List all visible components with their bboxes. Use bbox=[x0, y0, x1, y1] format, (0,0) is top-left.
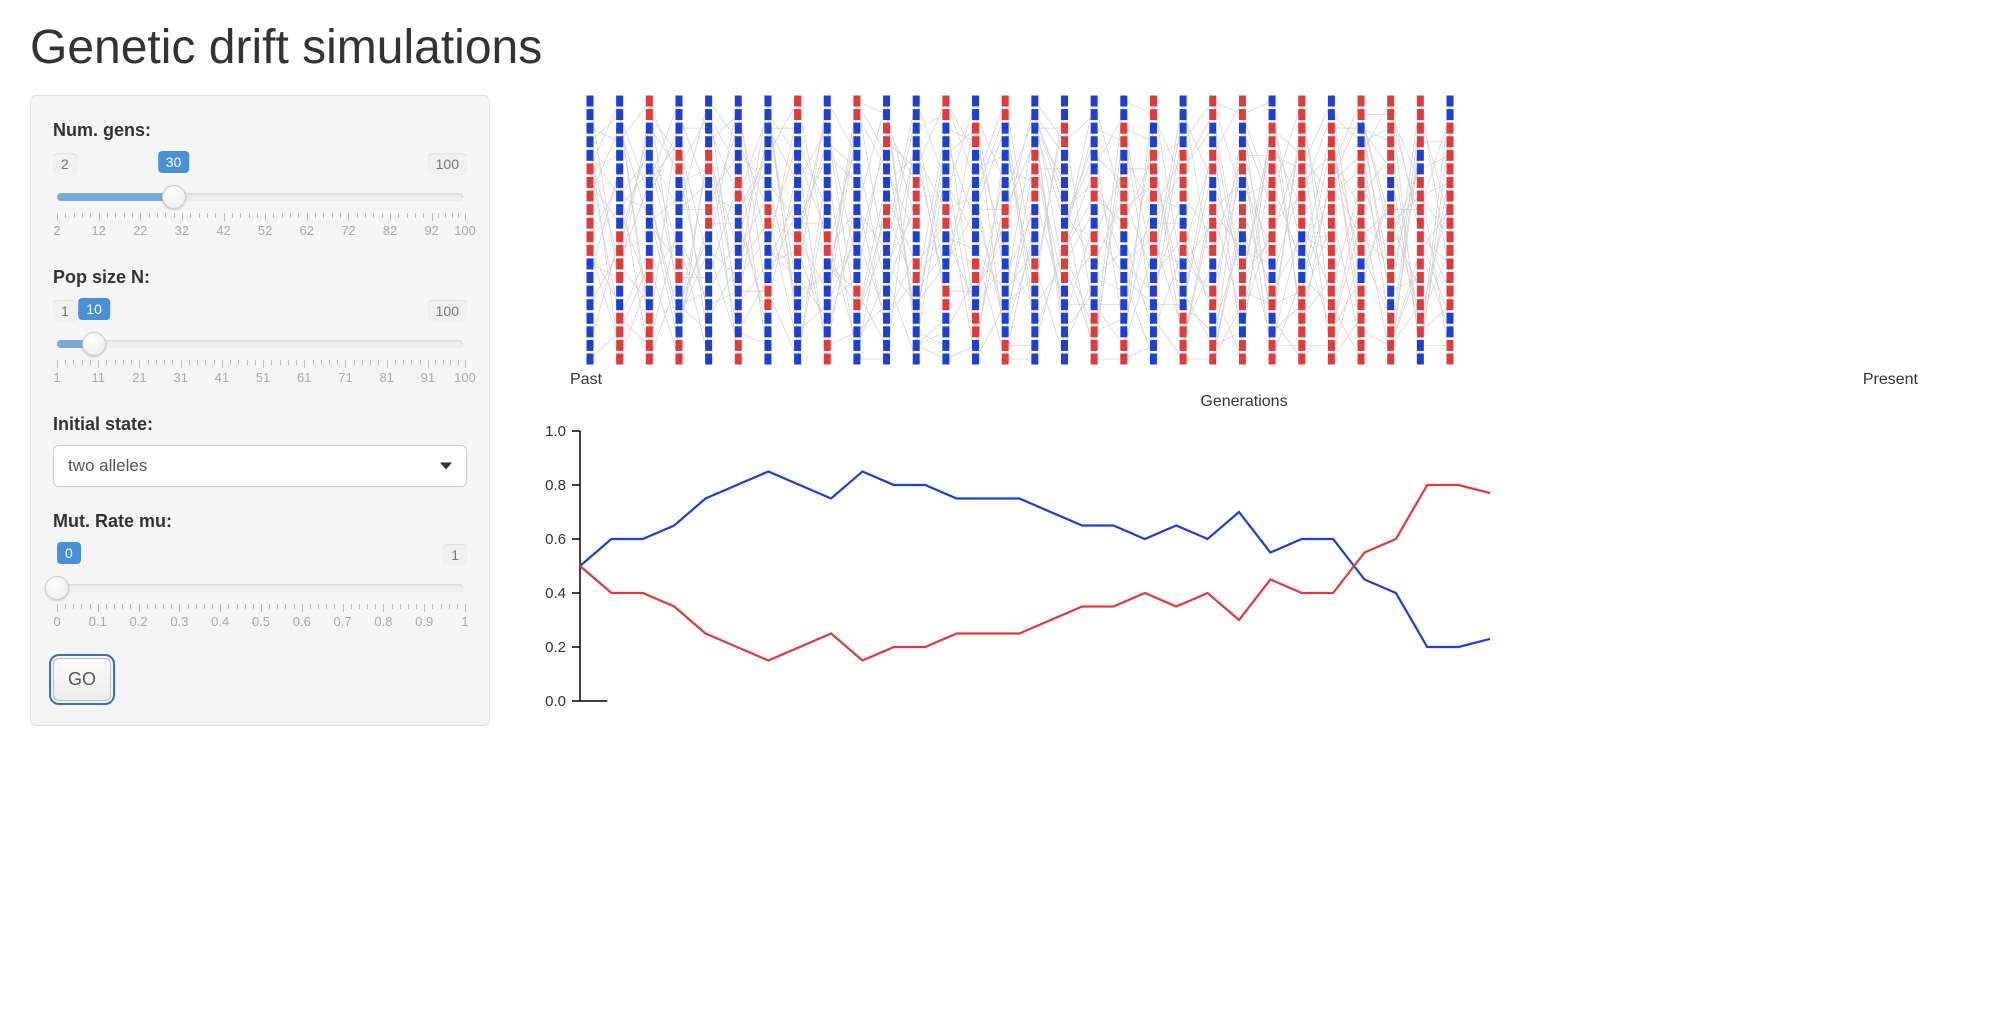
pop-size-group: Pop size N: 1 10 100 1112131415161718191… bbox=[53, 267, 467, 390]
initial-state-select[interactable]: two alleles bbox=[53, 445, 467, 487]
slider-tick-label: 62 bbox=[300, 223, 314, 238]
pedigree-present-label: Present bbox=[1863, 371, 1918, 389]
num-gens-ticks: 2122232425262728292100 bbox=[53, 213, 467, 243]
mut-rate-label: Mut. Rate mu: bbox=[53, 511, 467, 532]
svg-text:0.4: 0.4 bbox=[545, 585, 566, 602]
slider-tick-label: 82 bbox=[383, 223, 397, 238]
pedigree-caption: Generations bbox=[520, 393, 1968, 411]
num-gens-min: 2 bbox=[53, 153, 77, 175]
slider-tick-label: 0.1 bbox=[89, 614, 107, 629]
slider-tick-label: 0.5 bbox=[252, 614, 270, 629]
slider-tick-label: 1 bbox=[461, 614, 468, 629]
slider-tick-label: 91 bbox=[421, 370, 435, 385]
mut-rate-max: 1 bbox=[443, 544, 467, 566]
slider-tick-label: 0 bbox=[53, 614, 60, 629]
slider-tick-label: 12 bbox=[91, 223, 105, 238]
slider-tick-label: 1 bbox=[53, 370, 60, 385]
slider-tick-label: 11 bbox=[91, 370, 105, 385]
slider-tick-label: 100 bbox=[454, 370, 476, 385]
initial-state-label: Initial state: bbox=[53, 414, 467, 435]
slider-tick-label: 51 bbox=[256, 370, 270, 385]
slider-tick-label: 72 bbox=[341, 223, 355, 238]
slider-tick-label: 100 bbox=[454, 223, 476, 238]
slider-tick-label: 61 bbox=[297, 370, 311, 385]
svg-text:0.2: 0.2 bbox=[545, 639, 566, 656]
chevron-down-icon bbox=[440, 463, 452, 470]
initial-state-group: Initial state: two alleles bbox=[53, 414, 467, 487]
go-button[interactable]: GO bbox=[53, 658, 111, 701]
num-gens-label: Num. gens: bbox=[53, 120, 467, 141]
frequency-chart: 0.0 0.2 0.4 0.6 0.8 1.0 bbox=[520, 421, 1968, 726]
slider-tick-label: 0.2 bbox=[130, 614, 148, 629]
pop-size-ticks: 1112131415161718191100 bbox=[53, 360, 467, 390]
num-gens-handle[interactable] bbox=[162, 185, 186, 209]
page-title: Genetic drift simulations bbox=[30, 20, 1968, 75]
num-gens-slider[interactable] bbox=[53, 183, 467, 211]
mut-rate-ticks: 0 0.1 0.2 0.3 0.4 0.5 0.6 0.7 0.8 0.9 1 bbox=[53, 604, 467, 634]
pedigree-past-label: Past bbox=[570, 371, 602, 389]
slider-tick-label: 0.7 bbox=[334, 614, 352, 629]
mut-rate-group: Mut. Rate mu: 0 1 0 0.1 0.2 0.3 0.4 0.5 0.6 0.7… bbox=[53, 511, 467, 634]
slider-tick-label: 22 bbox=[133, 223, 147, 238]
num-gens-value-bubble: 30 bbox=[158, 151, 190, 173]
mut-rate-value-bubble: 0 bbox=[57, 542, 81, 564]
slider-tick-label: 81 bbox=[379, 370, 393, 385]
slider-tick-label: 0.6 bbox=[293, 614, 311, 629]
svg-text:1.0: 1.0 bbox=[545, 423, 566, 440]
slider-tick-label: 0.3 bbox=[170, 614, 188, 629]
slider-tick-label: 21 bbox=[132, 370, 146, 385]
num-gens-max: 100 bbox=[428, 153, 467, 175]
mut-rate-slider[interactable] bbox=[53, 574, 467, 602]
pop-size-value-bubble: 10 bbox=[78, 298, 110, 320]
pop-size-slider[interactable] bbox=[53, 330, 467, 358]
initial-state-selected: two alleles bbox=[68, 456, 147, 475]
controls-sidebar: Num. gens: 2 30 100 21222324252627282921… bbox=[30, 95, 490, 726]
slider-tick-label: 42 bbox=[216, 223, 230, 238]
slider-tick-label: 2 bbox=[53, 223, 60, 238]
svg-text:0.0: 0.0 bbox=[545, 693, 566, 710]
slider-tick-label: 0.4 bbox=[211, 614, 229, 629]
slider-tick-label: 71 bbox=[338, 370, 352, 385]
pedigree-diagram: Past Present Generations bbox=[520, 95, 1968, 411]
mut-rate-handle[interactable] bbox=[45, 576, 69, 600]
slider-tick-label: 52 bbox=[258, 223, 272, 238]
svg-text:0.6: 0.6 bbox=[545, 531, 566, 548]
slider-tick-label: 0.8 bbox=[374, 614, 392, 629]
slider-tick-label: 0.9 bbox=[415, 614, 433, 629]
pop-size-label: Pop size N: bbox=[53, 267, 467, 288]
slider-tick-label: 41 bbox=[215, 370, 229, 385]
slider-tick-label: 92 bbox=[424, 223, 438, 238]
num-gens-group: Num. gens: 2 30 100 21222324252627282921… bbox=[53, 120, 467, 243]
slider-tick-label: 31 bbox=[173, 370, 187, 385]
pop-size-min: 1 bbox=[53, 300, 77, 322]
svg-text:0.8: 0.8 bbox=[545, 477, 566, 494]
pop-size-max: 100 bbox=[428, 300, 467, 322]
pop-size-handle[interactable] bbox=[82, 332, 106, 356]
slider-tick-label: 32 bbox=[175, 223, 189, 238]
